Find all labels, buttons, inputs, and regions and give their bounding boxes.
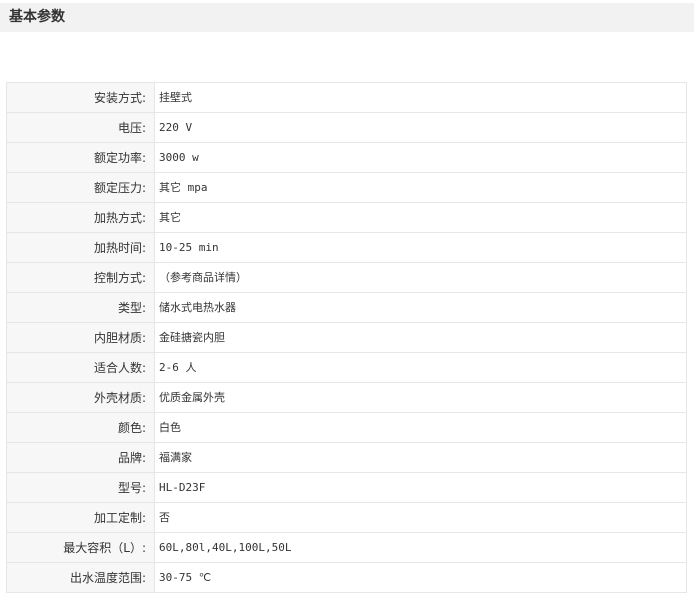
param-label: 型号: [6, 472, 155, 503]
param-label: 类型: [6, 292, 155, 323]
table-row: 控制方式: （参考商品详情） [6, 262, 687, 293]
param-label: 适合人数: [6, 352, 155, 383]
param-value: 其它 [154, 202, 687, 233]
param-label: 内胆材质: [6, 322, 155, 353]
table-row: 适合人数: 2-6 人 [6, 352, 687, 383]
params-table: 安装方式: 挂壁式 电压: 220 V 额定功率: 3000 w 额定压力: 其… [6, 82, 687, 593]
param-value: 60L,80l,40L,100L,50L [154, 532, 687, 563]
param-label: 出水温度范围: [6, 562, 155, 593]
table-row: 额定功率: 3000 w [6, 142, 687, 173]
param-label: 加热方式: [6, 202, 155, 233]
param-label: 额定功率: [6, 142, 155, 173]
table-row: 出水温度范围: 30-75 ℃ [6, 562, 687, 593]
param-label: 颜色: [6, 412, 155, 443]
param-value: 3000 w [154, 142, 687, 173]
table-row: 安装方式: 挂壁式 [6, 82, 687, 113]
section-header: 基本参数 [0, 3, 694, 32]
table-row: 电压: 220 V [6, 112, 687, 143]
param-value: HL-D23F [154, 472, 687, 503]
table-row: 加热时间: 10-25 min [6, 232, 687, 263]
section-title: 基本参数 [9, 9, 65, 25]
param-label: 品牌: [6, 442, 155, 473]
param-label: 额定压力: [6, 172, 155, 203]
param-label: 加工定制: [6, 502, 155, 533]
param-label: 外壳材质: [6, 382, 155, 413]
param-label: 安装方式: [6, 82, 155, 113]
param-value: 其它 mpa [154, 172, 687, 203]
param-label: 电压: [6, 112, 155, 143]
param-value: （参考商品详情） [154, 262, 687, 293]
param-label: 最大容积（L）: [6, 532, 155, 563]
param-value: 220 V [154, 112, 687, 143]
param-value: 10-25 min [154, 232, 687, 263]
table-row: 型号: HL-D23F [6, 472, 687, 503]
table-row: 颜色: 白色 [6, 412, 687, 443]
table-row: 额定压力: 其它 mpa [6, 172, 687, 203]
param-value: 金硅搪瓷内胆 [154, 322, 687, 353]
table-row: 最大容积（L）: 60L,80l,40L,100L,50L [6, 532, 687, 563]
param-value: 2-6 人 [154, 352, 687, 383]
table-row: 类型: 储水式电热水器 [6, 292, 687, 323]
table-row: 加工定制: 否 [6, 502, 687, 533]
param-label: 控制方式: [6, 262, 155, 293]
param-value: 福满家 [154, 442, 687, 473]
table-row: 加热方式: 其它 [6, 202, 687, 233]
param-value: 优质金属外壳 [154, 382, 687, 413]
table-row: 内胆材质: 金硅搪瓷内胆 [6, 322, 687, 353]
param-value: 挂壁式 [154, 82, 687, 113]
param-value: 储水式电热水器 [154, 292, 687, 323]
table-row: 品牌: 福满家 [6, 442, 687, 473]
param-value: 白色 [154, 412, 687, 443]
param-value: 30-75 ℃ [154, 562, 687, 593]
param-value: 否 [154, 502, 687, 533]
param-label: 加热时间: [6, 232, 155, 263]
table-row: 外壳材质: 优质金属外壳 [6, 382, 687, 413]
